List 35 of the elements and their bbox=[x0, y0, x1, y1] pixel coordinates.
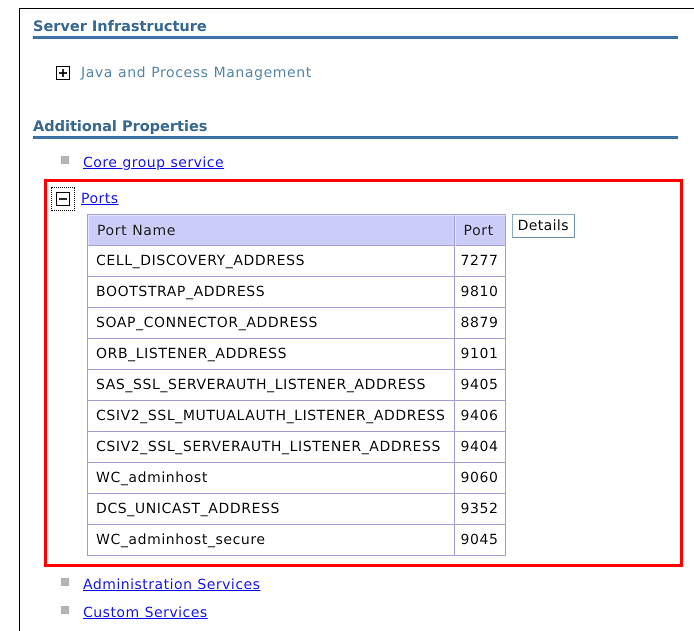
tree-label[interactable]: Java and Process Management bbox=[81, 65, 312, 81]
nav-link[interactable]: Custom Services bbox=[83, 605, 208, 621]
table-cell: ORB_LISTENER_ADDRESS bbox=[88, 339, 455, 370]
bullet-icon bbox=[61, 578, 69, 586]
column-header: Port bbox=[454, 215, 506, 246]
table-cell: 9404 bbox=[454, 432, 506, 463]
table-cell: 8879 bbox=[454, 308, 506, 339]
bullet-icon bbox=[61, 156, 69, 164]
ports-link[interactable]: Ports bbox=[81, 191, 119, 207]
table-cell: CSIV2_SSL_MUTUALAUTH_LISTENER_ADDRESS bbox=[88, 401, 455, 432]
table-cell: 9405 bbox=[454, 370, 506, 401]
table-cell: 9406 bbox=[454, 401, 506, 432]
details-button[interactable]: Details bbox=[512, 214, 575, 238]
table-cell: 9101 bbox=[454, 339, 506, 370]
table-cell: CELL_DISCOVERY_ADDRESS bbox=[88, 246, 455, 277]
table-cell: SOAP_CONNECTOR_ADDRESS bbox=[88, 308, 455, 339]
table-cell: SAS_SSL_SERVERAUTH_LISTENER_ADDRESS bbox=[88, 370, 455, 401]
table-cell: 9045 bbox=[454, 525, 506, 556]
table-cell: CSIV2_SSL_SERVERAUTH_LISTENER_ADDRESS bbox=[88, 432, 455, 463]
bullet-icon bbox=[61, 606, 69, 614]
expand-icon[interactable] bbox=[56, 66, 70, 80]
table-cell: BOOTSTRAP_ADDRESS bbox=[88, 277, 455, 308]
table-cell: 7277 bbox=[454, 246, 506, 277]
table-cell: WC_adminhost bbox=[88, 463, 455, 494]
table-cell: DCS_UNICAST_ADDRESS bbox=[88, 494, 455, 525]
table-cell: 9352 bbox=[454, 494, 506, 525]
collapse-icon[interactable] bbox=[56, 192, 70, 206]
section-title: Server Infrastructure bbox=[33, 19, 678, 39]
column-header: Port Name bbox=[88, 215, 455, 246]
table-cell: WC_adminhost_secure bbox=[88, 525, 455, 556]
table-cell: 9810 bbox=[454, 277, 506, 308]
nav-link[interactable]: Administration Services bbox=[83, 577, 260, 593]
nav-link[interactable]: Core group service bbox=[83, 155, 224, 171]
section-title: Additional Properties bbox=[33, 119, 678, 139]
table-cell: 9060 bbox=[454, 463, 506, 494]
